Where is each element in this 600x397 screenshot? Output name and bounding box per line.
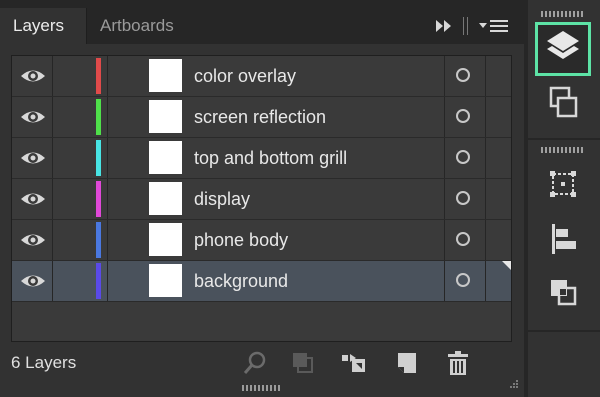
layer-row[interactable]: top and bottom grill xyxy=(12,138,511,179)
column-divider xyxy=(107,179,108,219)
layer-name[interactable]: display xyxy=(194,179,250,220)
transform-rail-button[interactable] xyxy=(535,164,591,214)
layer-row[interactable]: screen reflection xyxy=(12,97,511,138)
column-divider xyxy=(107,56,108,96)
layer-thumbnail xyxy=(149,182,182,215)
layers-panel: Layers Artboards color overlay screen re… xyxy=(0,0,524,397)
column-divider xyxy=(52,179,53,219)
column-divider xyxy=(107,138,108,178)
column-divider xyxy=(444,220,445,260)
layer-color-swatch xyxy=(96,263,101,299)
column-divider xyxy=(444,97,445,137)
rail-grip-icon[interactable] xyxy=(541,11,585,17)
clipping-mask-icon[interactable] xyxy=(287,349,317,377)
layer-name[interactable]: phone body xyxy=(194,220,288,261)
panel-menu-icon[interactable] xyxy=(478,17,510,35)
eye-icon[interactable] xyxy=(18,106,48,128)
column-divider xyxy=(444,56,445,96)
layer-color-swatch xyxy=(96,140,101,176)
tab-artboards[interactable]: Artboards xyxy=(86,8,206,44)
layer-name[interactable]: screen reflection xyxy=(194,97,326,138)
layer-row[interactable]: color overlay xyxy=(12,56,511,97)
panel-tab-bar: Layers Artboards xyxy=(0,0,524,44)
eye-icon[interactable] xyxy=(18,229,48,251)
panel-grip-icon[interactable] xyxy=(242,385,282,391)
icon-rail xyxy=(528,0,600,397)
divider-icon xyxy=(463,17,468,35)
column-divider xyxy=(485,138,486,178)
rail-grip-icon-2[interactable] xyxy=(541,147,585,153)
eye-icon[interactable] xyxy=(18,147,48,169)
search-icon[interactable] xyxy=(240,349,270,377)
layer-name[interactable]: background xyxy=(194,261,288,302)
layers-list: color overlay screen reflection top and … xyxy=(11,55,512,342)
column-divider xyxy=(485,56,486,96)
layer-thumbnail xyxy=(149,264,182,297)
layer-name[interactable]: color overlay xyxy=(194,56,296,97)
column-divider xyxy=(52,261,53,301)
tab-layers[interactable]: Layers xyxy=(0,8,86,44)
target-circle-icon[interactable] xyxy=(456,191,470,205)
pathfinder-rail-button[interactable] xyxy=(535,272,591,322)
trash-icon[interactable] xyxy=(443,349,473,377)
target-circle-icon[interactable] xyxy=(456,150,470,164)
column-divider xyxy=(485,179,486,219)
target-circle-icon[interactable] xyxy=(456,232,470,246)
layer-row[interactable]: display xyxy=(12,179,511,220)
column-divider xyxy=(107,97,108,137)
target-circle-icon[interactable] xyxy=(456,68,470,82)
eye-icon[interactable] xyxy=(18,270,48,292)
new-layer-icon[interactable] xyxy=(392,349,422,377)
layer-row[interactable]: background xyxy=(12,261,511,302)
eye-icon[interactable] xyxy=(18,65,48,87)
layers-rail-button[interactable] xyxy=(535,22,591,76)
panel-footer: 6 Layers xyxy=(0,345,524,385)
artboards-rail-button[interactable] xyxy=(535,82,591,132)
layer-thumbnail xyxy=(149,100,182,133)
column-divider xyxy=(444,179,445,219)
layer-color-swatch xyxy=(96,181,101,217)
column-divider xyxy=(485,97,486,137)
layer-row[interactable]: phone body xyxy=(12,220,511,261)
column-divider xyxy=(485,261,486,301)
layers-icon xyxy=(547,31,579,59)
panel-controls xyxy=(434,8,516,44)
resize-grip-icon[interactable] xyxy=(505,377,519,391)
eye-icon[interactable] xyxy=(18,188,48,210)
layer-name[interactable]: top and bottom grill xyxy=(194,138,347,179)
layer-thumbnail xyxy=(149,141,182,174)
column-divider xyxy=(52,56,53,96)
target-circle-icon[interactable] xyxy=(456,273,470,287)
align-icon xyxy=(552,224,576,254)
collapse-panel-icon[interactable] xyxy=(434,17,454,35)
transform-icon xyxy=(550,171,576,197)
column-divider xyxy=(52,97,53,137)
layer-thumbnail xyxy=(149,223,182,256)
target-circle-icon[interactable] xyxy=(456,109,470,123)
column-divider xyxy=(444,261,445,301)
layer-color-swatch xyxy=(96,99,101,135)
column-divider xyxy=(444,138,445,178)
column-divider xyxy=(52,138,53,178)
new-sublayer-icon[interactable] xyxy=(338,349,368,377)
artboards-icon xyxy=(549,86,578,118)
layer-color-swatch xyxy=(96,58,101,94)
selection-indicator-icon xyxy=(502,261,511,270)
column-divider xyxy=(107,261,108,301)
column-divider xyxy=(485,220,486,260)
layer-thumbnail xyxy=(149,59,182,92)
layer-color-swatch xyxy=(96,222,101,258)
layer-count: 6 Layers xyxy=(11,353,77,372)
align-rail-button[interactable] xyxy=(535,218,591,268)
column-divider xyxy=(52,220,53,260)
column-divider xyxy=(107,220,108,260)
pathfinder-icon xyxy=(551,280,577,306)
